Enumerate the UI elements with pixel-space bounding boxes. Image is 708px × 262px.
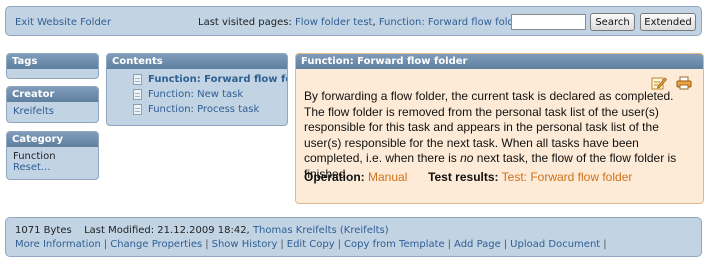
more-information-link[interactable]: More Information: [15, 239, 101, 250]
visited-page-link[interactable]: Flow folder test: [295, 17, 372, 28]
tags-title: Tags: [7, 54, 98, 69]
tags-panel: Tags: [6, 53, 99, 79]
footer-separator: |: [103, 239, 108, 250]
edit-icon[interactable]: [651, 76, 667, 90]
contents-item[interactable]: Function: New task: [133, 87, 287, 102]
contents-item-label[interactable]: Function: New task: [148, 89, 243, 100]
print-icon[interactable]: [676, 76, 692, 90]
footer-bar: 1071 Bytes Last Modified: 21.12.2009 18:…: [5, 217, 702, 257]
contents-item[interactable]: Function: Process task: [133, 102, 287, 117]
footer-separator: |: [337, 239, 342, 250]
file-size: 1071 Bytes: [15, 225, 72, 236]
search-input[interactable]: [511, 14, 586, 30]
contents-item-label[interactable]: Function: Process task: [148, 104, 259, 115]
description-emphasis: no: [460, 151, 474, 165]
creator-panel: Creator Kreifelts: [6, 86, 99, 123]
contents-item[interactable]: Function: Forward flow folder: [133, 72, 287, 87]
description-text: By forwarding a flow folder, the current…: [304, 89, 689, 182]
show-history-link[interactable]: Show History: [212, 239, 278, 250]
category-panel: Category Function Reset...: [6, 131, 99, 180]
metadata-line: Operation: Manual Test results: Test: Fo…: [304, 170, 632, 184]
footer-info: 1071 Bytes Last Modified: 21.12.2009 18:…: [15, 225, 389, 236]
footer-separator: |: [447, 239, 452, 250]
last-modified: Last Modified: 21.12.2009 18:42,: [84, 225, 250, 236]
exit-website-folder-link[interactable]: Exit Website Folder: [15, 17, 111, 28]
document-icon: [133, 74, 142, 85]
footer-actions: More Information | Change Properties | Show …: [15, 239, 610, 250]
top-bar: Exit Website Folder Last visited pages: …: [5, 6, 702, 36]
copy-from-template-link[interactable]: Copy from Template: [344, 239, 445, 250]
change-properties-link[interactable]: Change Properties: [110, 239, 202, 250]
operation-label: Operation:: [304, 170, 365, 184]
last-visited-pages: Last visited pages: Flow folder test, Fu…: [198, 17, 524, 28]
add-page-link[interactable]: Add Page: [454, 239, 501, 250]
visited-page-link[interactable]: Function: Forward flow folder: [379, 17, 524, 28]
upload-document-link[interactable]: Upload Document: [510, 239, 600, 250]
category-title: Category: [7, 132, 98, 147]
creator-link[interactable]: Kreifelts: [13, 106, 54, 117]
document-icon: [133, 89, 142, 100]
page-title: Function: Forward flow folder: [296, 54, 703, 69]
test-results-link[interactable]: Test: Forward flow folder: [502, 170, 633, 184]
last-visited-label: Last visited pages:: [198, 17, 292, 28]
edit-copy-link[interactable]: Edit Copy: [287, 239, 335, 250]
contents-title: Contents: [107, 54, 287, 69]
contents-list: Function: Forward flow folder Function: …: [107, 69, 287, 117]
footer-separator: |: [205, 239, 209, 250]
footer-separator: |: [503, 239, 508, 250]
footer-separator: |: [280, 239, 284, 250]
category-reset-link[interactable]: Reset...: [13, 162, 92, 173]
operation-value-link[interactable]: Manual: [368, 170, 407, 184]
contents-item-label[interactable]: Function: Forward flow folder: [148, 74, 287, 85]
contents-panel: Contents Function: Forward flow folder F…: [106, 53, 288, 126]
main-content-panel: Function: Forward flow folder By forward…: [295, 53, 704, 204]
creator-title: Creator: [7, 87, 98, 102]
extended-search-button[interactable]: Extended: [640, 13, 696, 31]
document-icon: [133, 104, 142, 115]
footer-separator: |: [603, 239, 607, 250]
category-value: Function: [13, 151, 56, 162]
search-button[interactable]: Search: [590, 13, 635, 31]
modified-by-link[interactable]: Thomas Kreifelts (Kreifelts): [253, 225, 389, 236]
test-results-label: Test results:: [428, 170, 499, 184]
